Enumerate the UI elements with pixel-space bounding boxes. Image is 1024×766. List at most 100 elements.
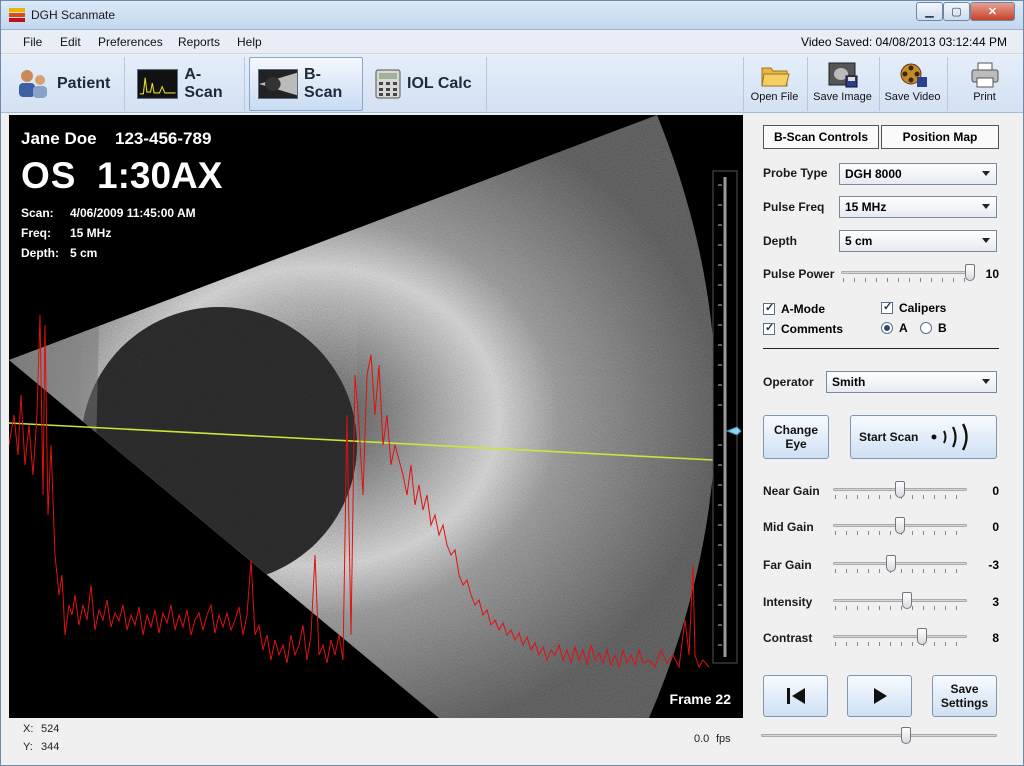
save-image-label: Save Image [813, 91, 872, 103]
chevron-down-icon [982, 238, 990, 243]
caliper-a-label: A [899, 321, 908, 335]
tab-b-scan-controls[interactable]: B-Scan Controls [763, 125, 879, 149]
eye-label: OS [21, 155, 77, 196]
tab-b-scan[interactable]: B-Scan [249, 57, 363, 111]
near-gain-slider[interactable] [833, 480, 967, 500]
video-saved-status: Video Saved: 04/08/2013 03:12:44 PM [801, 35, 1007, 49]
start-scan-button[interactable]: Start Scan [850, 415, 997, 459]
slider-thumb[interactable] [902, 592, 912, 609]
a-mode-checkbox[interactable]: A-Mode [763, 301, 825, 316]
close-icon: ✕ [987, 6, 998, 18]
menu-edit[interactable]: Edit [60, 35, 81, 49]
slider-thumb[interactable] [895, 481, 905, 498]
menu-reports[interactable]: Reports [178, 35, 220, 49]
patient-icon [19, 70, 47, 98]
far-gain-slider[interactable] [833, 554, 967, 574]
tab-a-scan[interactable]: A-Scan [129, 57, 245, 111]
depth-select-value: 5 cm [845, 234, 873, 248]
axis-label: 1:30AX [97, 155, 223, 196]
slider-thumb[interactable] [886, 555, 896, 572]
frame-counter: Frame 22 [669, 691, 731, 707]
depth-select[interactable]: 5 cm [839, 230, 997, 252]
y-coord-value: 344 [41, 741, 60, 753]
mid-gain-value: 0 [992, 520, 999, 534]
caliper-b-label: B [938, 321, 947, 335]
operator-select[interactable]: Smith [826, 371, 997, 393]
calipers-label: Calipers [899, 301, 947, 315]
menu-bar: File Edit Preferences Reports Help Video… [1, 30, 1023, 54]
menu-file[interactable]: File [23, 35, 42, 49]
save-video-label: Save Video [884, 91, 941, 103]
play-button[interactable] [847, 675, 912, 717]
calipers-checkbox[interactable]: Calipers [881, 300, 947, 315]
depth-label: Depth: [21, 246, 59, 260]
intensity-slider[interactable] [833, 591, 967, 611]
patient-name: Jane Doe [21, 129, 97, 148]
save-image-icon [828, 62, 857, 88]
pulse-freq-value: 15 MHz [845, 200, 887, 214]
start-scan-label: Start Scan [859, 430, 919, 444]
patient-id: 123-456-789 [115, 129, 212, 148]
tab-position-map[interactable]: Position Map [881, 125, 999, 149]
b-scan-viewer[interactable]: Jane Doe 123-456-789 OS 1:30AX Scan: 4/0… [9, 115, 743, 718]
maximize-button[interactable]: ▢ [943, 2, 970, 21]
pulse-power-value: 10 [985, 267, 999, 281]
print-button[interactable]: Print [947, 57, 1021, 111]
slider-thumb[interactable] [901, 727, 911, 744]
menu-help[interactable]: Help [237, 35, 262, 49]
menu-preferences[interactable]: Preferences [98, 35, 163, 49]
fps-value: 0.0 [694, 733, 710, 745]
operator-value: Smith [832, 375, 866, 389]
comments-checkbox[interactable]: Comments [763, 321, 844, 336]
caliper-b-radio[interactable]: B [920, 321, 947, 335]
tab-patient[interactable]: Patient [7, 57, 125, 111]
open-file-button[interactable]: Open File [743, 57, 805, 111]
chevron-down-icon [982, 171, 990, 176]
far-gain-value: -3 [988, 558, 999, 572]
mid-gain-label: Mid Gain [763, 520, 814, 534]
ultrasound-wave-icon [931, 423, 969, 451]
slider-thumb[interactable] [965, 264, 975, 281]
far-gain-label: Far Gain [763, 558, 812, 572]
probe-type-select[interactable]: DGH 8000 [839, 163, 997, 185]
open-file-label: Open File [750, 91, 799, 103]
app-logo-icon [9, 8, 25, 22]
x-coord-value: 524 [41, 723, 60, 735]
app-window: DGH Scanmate ▁ ▢ ✕ File Edit Preferences… [0, 0, 1024, 766]
slider-thumb[interactable] [917, 628, 927, 645]
minimize-button[interactable]: ▁ [916, 2, 943, 21]
change-eye-button[interactable]: Change Eye [763, 415, 829, 459]
near-gain-value: 0 [992, 484, 999, 498]
intensity-value: 3 [992, 595, 999, 609]
comments-label: Comments [781, 322, 844, 336]
caliper-a-radio[interactable]: A [881, 321, 908, 335]
tab-iol-calc[interactable]: IOL Calc [367, 57, 487, 111]
a-scan-icon [137, 69, 179, 99]
save-image-button[interactable]: Save Image [807, 57, 877, 111]
pulse-power-slider[interactable] [841, 263, 975, 283]
playback-slider[interactable] [761, 726, 997, 746]
folder-icon [760, 67, 790, 87]
title-bar: DGH Scanmate ▁ ▢ ✕ [1, 1, 1023, 30]
near-gain-label: Near Gain [763, 484, 820, 498]
checkbox-checked-icon [763, 321, 775, 335]
pulse-freq-select[interactable]: 15 MHz [839, 196, 997, 218]
slider-thumb[interactable] [895, 517, 905, 534]
calculator-icon [375, 69, 401, 99]
b-scan-controls-panel: B-Scan Controls Position Map Probe Type … [753, 115, 1015, 718]
probe-type-value: DGH 8000 [845, 167, 902, 181]
radio-selected-icon [881, 322, 893, 334]
save-settings-button[interactable]: Save Settings [932, 675, 997, 717]
tab-a-scan-label: A-Scan [184, 66, 223, 101]
film-reel-icon [900, 63, 927, 87]
checkbox-checked-icon [881, 300, 893, 314]
close-button[interactable]: ✕ [970, 2, 1015, 21]
fps-unit: fps [716, 733, 731, 745]
maximize-icon: ▢ [951, 6, 962, 18]
mid-gain-slider[interactable] [833, 516, 967, 536]
save-video-button[interactable]: Save Video [879, 57, 945, 111]
y-coord-label: Y: [23, 741, 33, 753]
first-frame-button[interactable] [763, 675, 828, 717]
contrast-slider[interactable] [833, 627, 967, 647]
toolbar: Patient A-Scan B-Scan IOL Calc Open File… [1, 55, 1023, 113]
